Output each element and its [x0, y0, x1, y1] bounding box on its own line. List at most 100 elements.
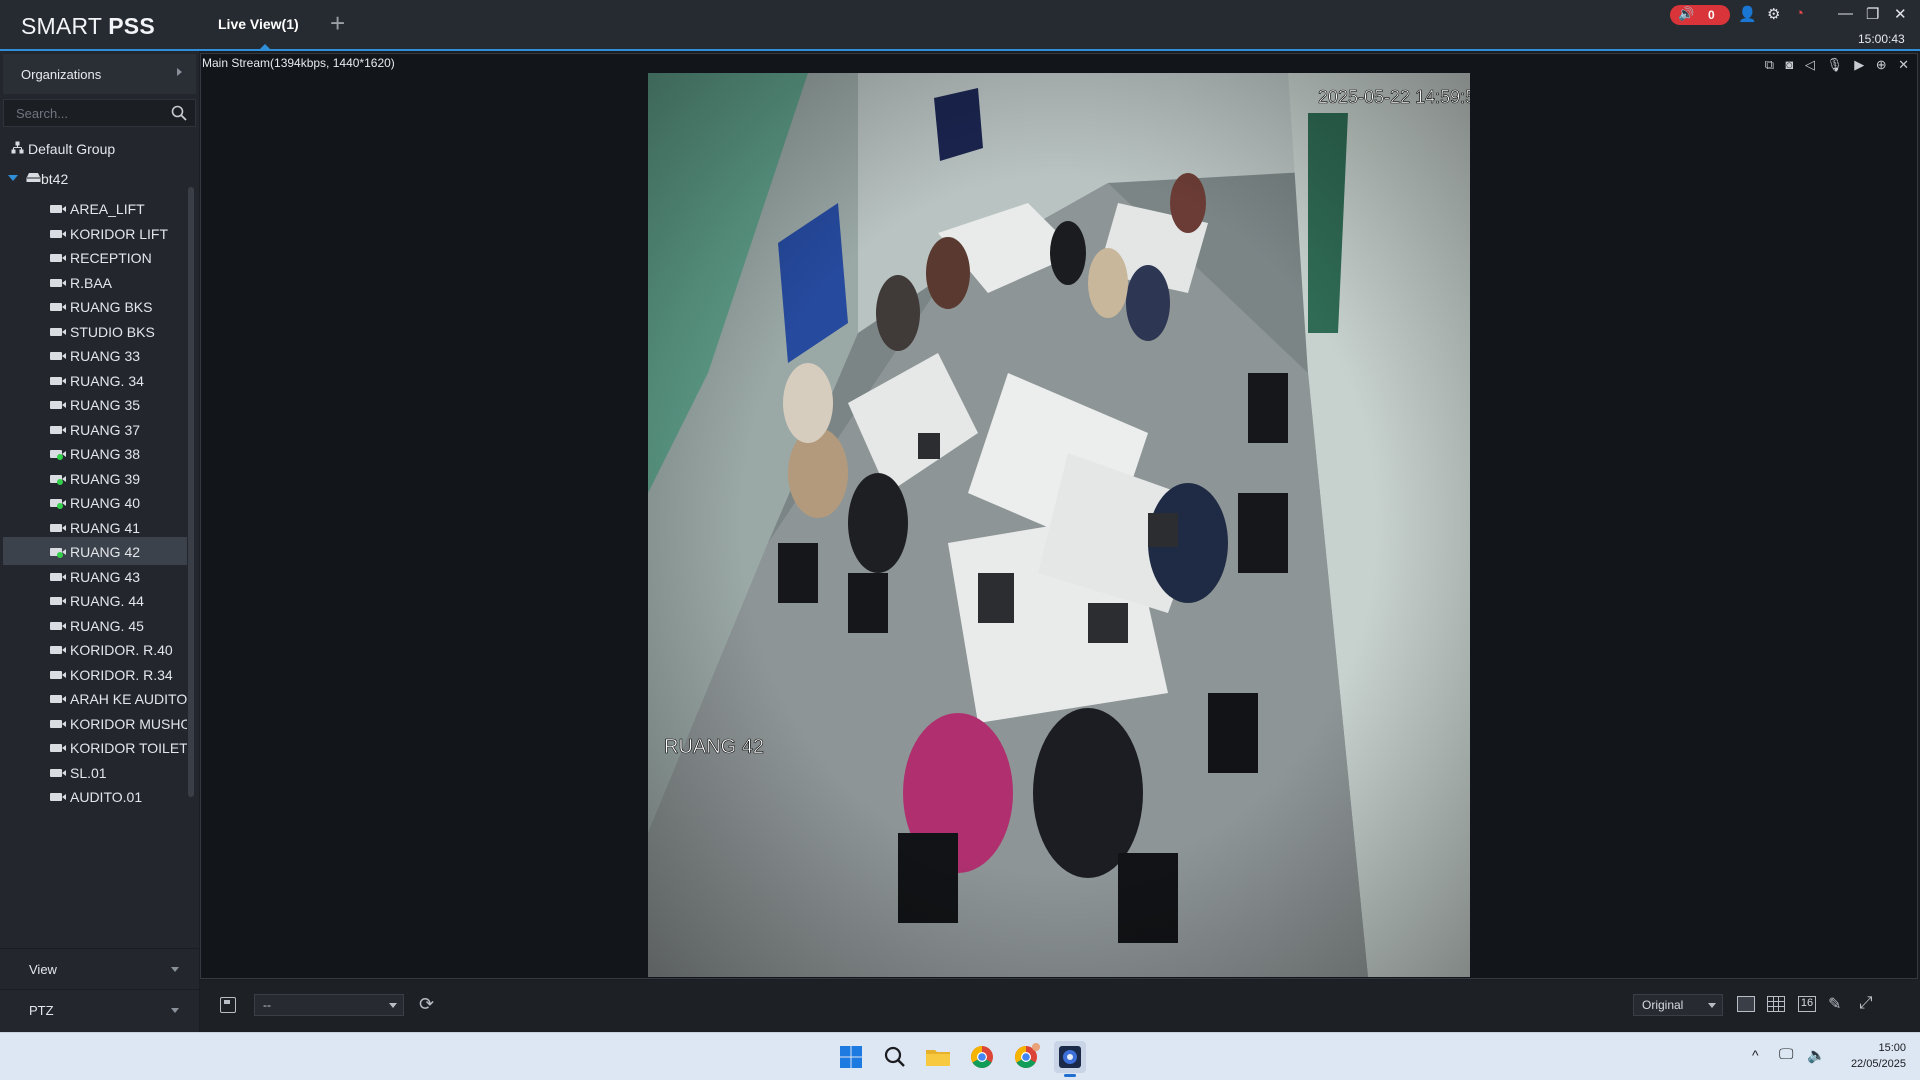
ptz-section-label: PTZ	[29, 1003, 54, 1018]
instant-playback-icon[interactable]: ▶	[1854, 57, 1864, 73]
chevron-right-icon	[177, 68, 182, 76]
gear-icon[interactable]: ⚙	[1767, 5, 1780, 23]
video-window[interactable]: Main Stream(1394kbps, 1440*1620) ⧉ ◙ ◁ 🎙…	[200, 53, 1918, 979]
camera-label: RUANG. 44	[70, 593, 144, 609]
sidebar: Organizations Default Group bt42	[0, 51, 199, 1032]
volume-icon[interactable]: 🔈	[1807, 1046, 1826, 1064]
camera-label: ARAH KE AUDITORIUM	[70, 691, 187, 707]
expand-caret-icon[interactable]	[8, 175, 18, 181]
camera-icon	[50, 376, 66, 385]
add-tab-button[interactable]: +	[330, 10, 345, 36]
taskbar-date[interactable]: 22/05/2025	[1830, 1058, 1906, 1070]
zoom-icon[interactable]: ⊕	[1876, 57, 1887, 73]
minimize-icon[interactable]: —	[1838, 5, 1853, 22]
start-button[interactable]	[835, 1041, 867, 1073]
camera-label: RUANG 39	[70, 470, 141, 487]
camera-label: STUDIO BKS	[70, 323, 155, 340]
layout-single-button[interactable]	[1737, 996, 1755, 1012]
audio-icon[interactable]: ◁	[1805, 57, 1815, 73]
root-group-label: Default Group	[28, 141, 116, 157]
tray-overflow-icon[interactable]: ^	[1752, 1047, 1759, 1063]
camera-icon	[50, 205, 66, 213]
performance-icon[interactable]: ◔	[1795, 5, 1804, 22]
nvr-device-icon	[26, 173, 41, 182]
talk-icon[interactable]: 🎙	[1826, 57, 1843, 73]
video-toolbar: ⧉ ◙ ◁ 🎙 ▶ ⊕ ✕	[1758, 56, 1909, 72]
bottom-toolbar: -- ⟳ Original 16 ✎ ⤢	[200, 980, 1920, 1032]
file-explorer-button[interactable]	[922, 1041, 954, 1073]
camera-icon	[50, 621, 66, 630]
camera-label: R.BAA	[70, 274, 113, 291]
user-icon[interactable]: 👤	[1738, 5, 1757, 23]
camera-icon	[50, 695, 66, 703]
chevron-down-icon	[171, 1008, 179, 1013]
tree-scrollbar-thumb[interactable]	[188, 187, 194, 797]
organizations-header[interactable]: Organizations	[3, 54, 196, 94]
search-icon[interactable]	[171, 105, 187, 121]
app-title: SMART PSS	[21, 13, 155, 40]
chrome-button[interactable]	[966, 1041, 998, 1073]
taskbar-search-button[interactable]	[879, 1041, 911, 1073]
osd-channel-name: RUANG 42	[664, 736, 764, 758]
smart-pss-icon	[1059, 1046, 1081, 1068]
camera-icon	[50, 254, 66, 262]
view-select[interactable]: --	[254, 994, 404, 1016]
layout-grid-button[interactable]	[1767, 996, 1785, 1012]
ratio-select-value: Original	[1642, 998, 1684, 1012]
camera-icon	[50, 327, 66, 336]
alarm-count: 0	[1708, 8, 1715, 22]
clock: 15:00:43	[1858, 32, 1905, 46]
camera-icon	[50, 401, 66, 409]
tree-root-group[interactable]: Default Group	[3, 134, 187, 162]
camera-icon	[50, 793, 66, 801]
osd-timestamp: 2025-05-22 14:59:50	[1318, 87, 1470, 107]
camera-online-icon	[50, 499, 66, 509]
save-view-icon[interactable]	[220, 997, 236, 1013]
close-video-icon[interactable]: ✕	[1898, 57, 1909, 73]
chrome-profile-button[interactable]	[1010, 1041, 1042, 1073]
search-input[interactable]	[4, 100, 164, 126]
camera-label: KORIDOR. R.40	[70, 642, 173, 658]
camera-online-icon	[50, 474, 66, 485]
ptz-section[interactable]: PTZ	[0, 989, 199, 1029]
camera-icon	[50, 572, 66, 581]
camera-icon	[50, 229, 66, 238]
camera-label: KORIDOR LIFT	[70, 225, 169, 242]
snapshot-icon[interactable]: ◙	[1786, 57, 1794, 72]
alarm-badge[interactable]: 🔊 0	[1670, 5, 1730, 25]
edit-layout-icon[interactable]: ✎	[1828, 994, 1841, 1014]
smart-pss-taskbar-button[interactable]	[1054, 1041, 1086, 1077]
restore-icon[interactable]: ❐	[1866, 5, 1879, 23]
camera-label: RUANG 41	[70, 519, 141, 536]
close-icon[interactable]: ✕	[1894, 5, 1907, 23]
aspect-ratio-select[interactable]: Original	[1633, 994, 1723, 1016]
camera-label: RUANG 42	[70, 544, 141, 560]
search-box	[3, 99, 196, 127]
camera-item[interactable]: AUDITO.01	[3, 782, 187, 810]
camera-label: KORIDOR TOILET	[70, 740, 187, 756]
windows-logo-icon	[840, 1046, 862, 1068]
camera-icon	[50, 597, 66, 605]
camera-label: RUANG 37	[70, 421, 141, 438]
tree-device[interactable]: bt42	[3, 164, 187, 192]
camera-label: SL.01	[70, 764, 107, 781]
stream-info: Main Stream(1394kbps, 1440*1620)	[202, 56, 395, 70]
taskbar: ^ 🖵 🔈 15:00 22/05/2025	[0, 1032, 1920, 1080]
tab-live-view[interactable]: Live View(1)	[218, 0, 299, 49]
taskbar-time[interactable]: 15:00	[1860, 1042, 1906, 1054]
chrome-icon	[971, 1046, 993, 1068]
local-record-icon[interactable]: ⧉	[1765, 57, 1774, 73]
camera-feed[interactable]: 2025-05-22 14:59:50 RUANG 42	[648, 73, 1470, 977]
organizations-label: Organizations	[21, 67, 102, 82]
camera-icon	[50, 523, 66, 532]
refresh-icon[interactable]: ⟳	[419, 994, 434, 1015]
camera-label: RUANG BKS	[70, 299, 153, 315]
camera-icon	[50, 646, 66, 654]
layout-16-button[interactable]: 16	[1798, 996, 1816, 1012]
camera-icon	[50, 303, 66, 311]
device-label: bt42	[41, 171, 69, 187]
view-section[interactable]: View	[0, 948, 199, 988]
camera-online-icon	[50, 450, 66, 460]
network-icon[interactable]: 🖵	[1779, 1046, 1793, 1063]
fullscreen-icon[interactable]: ⤢	[1859, 993, 1873, 1013]
